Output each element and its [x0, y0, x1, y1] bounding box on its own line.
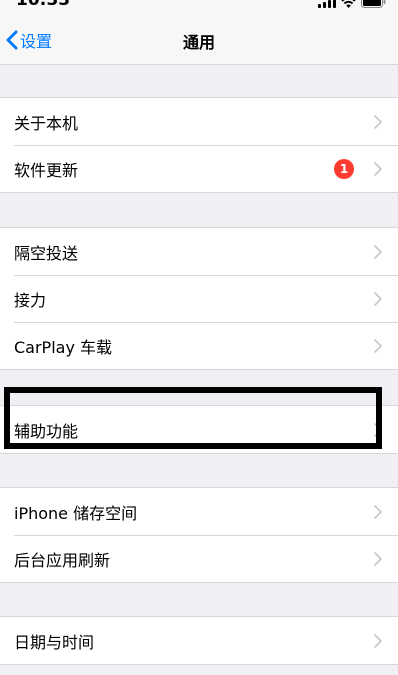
settings-group-about: 关于本机 软件更新 1 [0, 97, 398, 193]
settings-group-accessibility: 辅助功能 [0, 405, 398, 454]
settings-row-about[interactable]: 关于本机 [0, 98, 398, 145]
chevron-right-icon [374, 244, 382, 259]
settings-group-date-time: 日期与时间 [0, 616, 398, 665]
settings-group-storage: iPhone 储存空间 后台应用刷新 [0, 487, 398, 583]
cellular-signal-icon [318, 0, 336, 8]
row-label: 关于本机 [14, 113, 79, 133]
row-label: 辅助功能 [14, 421, 79, 441]
wifi-icon [341, 0, 356, 8]
row-label: 隔空投送 [14, 243, 79, 263]
settings-row-handoff[interactable]: 接力 [0, 275, 398, 322]
row-label: 后台应用刷新 [14, 550, 111, 570]
settings-row-iphone-storage[interactable]: iPhone 储存空间 [0, 488, 398, 535]
settings-group-connectivity: 隔空投送 接力 CarPlay 车载 [0, 227, 398, 370]
settings-row-airdrop[interactable]: 隔空投送 [0, 228, 398, 275]
chevron-right-icon [374, 338, 382, 353]
row-label: CarPlay 车载 [14, 337, 113, 357]
row-label: 接力 [14, 290, 47, 310]
settings-row-carplay[interactable]: CarPlay 车载 [0, 322, 398, 369]
row-label: 软件更新 [14, 160, 79, 180]
update-badge: 1 [334, 158, 354, 179]
settings-general-screen: 10:33 设置 通用 关于本机 软件更新 1 隔空投送 接力 CarPlay … [0, 0, 398, 675]
settings-row-date-time[interactable]: 日期与时间 [0, 617, 398, 664]
settings-row-software-update[interactable]: 软件更新 1 [0, 145, 398, 192]
chevron-right-icon [374, 161, 382, 176]
navigation-bar: 设置 通用 [0, 16, 398, 65]
row-label: iPhone 储存空间 [14, 503, 138, 523]
chevron-right-icon [374, 504, 382, 519]
chevron-right-icon [374, 422, 382, 437]
chevron-right-icon [374, 114, 382, 129]
page-title: 通用 [182, 33, 215, 52]
chevron-right-icon [374, 291, 382, 306]
chevron-right-icon [374, 633, 382, 648]
battery-icon [361, 0, 386, 8]
status-time: 10:33 [16, 0, 71, 10]
status-icons [318, 0, 386, 8]
settings-row-background-refresh[interactable]: 后台应用刷新 [0, 535, 398, 582]
status-bar: 10:33 [0, 0, 398, 16]
chevron-right-icon [374, 551, 382, 566]
row-label: 日期与时间 [14, 632, 95, 652]
settings-row-accessibility[interactable]: 辅助功能 [0, 406, 398, 453]
